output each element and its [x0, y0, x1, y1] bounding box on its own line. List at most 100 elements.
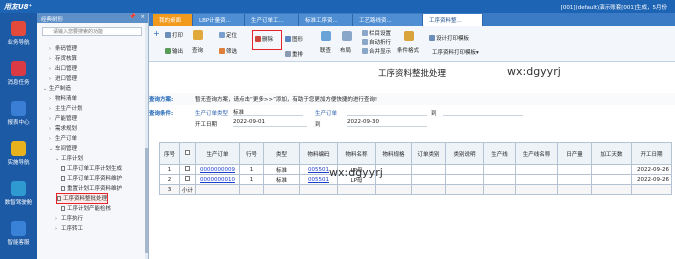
- nav-messages[interactable]: 消息任务: [0, 61, 37, 86]
- column-header[interactable]: 生产线名称: [515, 142, 558, 165]
- table-row[interactable]: 3 小计: [159, 184, 672, 195]
- tree-item[interactable]: › 产能管理: [49, 114, 77, 123]
- merge-show-button[interactable]: 合并显示: [362, 47, 391, 55]
- bind-button[interactable]: 联查: [320, 46, 331, 54]
- tree-item[interactable]: ⌄ 工序计划: [55, 154, 83, 163]
- tree-item[interactable]: › 存货核算: [49, 54, 77, 63]
- tab-desktop[interactable]: 我的桌面: [153, 14, 193, 26]
- table-cell: [591, 164, 632, 175]
- auto-fold-button[interactable]: 自动折行: [362, 38, 391, 46]
- output-button[interactable]: 输出: [165, 47, 183, 55]
- table-cell[interactable]: [299, 184, 338, 195]
- tree-item[interactable]: 工序资料整批处理: [55, 193, 109, 204]
- table-cell[interactable]: [195, 184, 240, 195]
- chart-button[interactable]: 图形: [285, 35, 303, 43]
- filter-button[interactable]: 筛选: [219, 47, 237, 55]
- tab-process-batch[interactable]: 工序资料整...: [423, 14, 483, 26]
- column-header[interactable]: 行号: [239, 142, 264, 165]
- column-header[interactable]: 开工日期: [631, 142, 672, 165]
- tree-item[interactable]: 工序订单工序计划生成: [61, 164, 122, 173]
- column-header[interactable]: 日产量: [557, 142, 592, 165]
- column-header[interactable]: 生产订单: [195, 142, 240, 165]
- table-row[interactable]: 2 0000000010 1 标准 005501 LP母 2022-09-26: [159, 174, 672, 185]
- tree-item[interactable]: › 主生产计划: [49, 104, 83, 113]
- layout-icon: [342, 31, 352, 41]
- table-cell: [515, 184, 558, 195]
- reorder-button[interactable]: 重排: [285, 50, 303, 58]
- select-all-checkbox[interactable]: [185, 150, 190, 155]
- toolbar: + 打印 输出 查询 定位 筛选 删除 图形 重排 联查 布局 栏目设置 自动折…: [149, 26, 675, 62]
- scrollbar-thumb[interactable]: [145, 148, 148, 253]
- print-button[interactable]: 打印: [165, 31, 183, 39]
- column-set-button[interactable]: 栏目设置: [362, 29, 391, 37]
- column-header[interactable]: 生产线: [483, 142, 516, 165]
- tree-item[interactable]: 工序订单工序资料维护: [61, 174, 122, 183]
- nav-implement[interactable]: 实施导航: [0, 141, 37, 166]
- tree-item[interactable]: › 条码管理: [49, 44, 77, 53]
- tree-item[interactable]: ⌄ 生产制造: [43, 84, 71, 93]
- nav-cockpit[interactable]: 数智驾驶舱: [0, 181, 37, 206]
- query-button[interactable]: 查询: [192, 46, 203, 54]
- tree-scrollbar[interactable]: [145, 23, 148, 259]
- column-header[interactable]: 加工天数: [591, 142, 632, 165]
- order-to-field[interactable]: [443, 108, 523, 116]
- tree-item[interactable]: › 进口管理: [49, 74, 77, 83]
- print-template-select[interactable]: 工序资料打印模板▾: [432, 48, 479, 56]
- table-cell[interactable]: 0000000010: [195, 174, 240, 185]
- reorder-icon: [285, 51, 291, 57]
- tree-item[interactable]: › 工序转工: [55, 224, 83, 233]
- tree-item[interactable]: › 工序执行: [55, 214, 83, 223]
- column-header[interactable]: 序号: [159, 142, 180, 165]
- tree-item[interactable]: › 生产订单: [49, 134, 77, 143]
- query-scheme-row: 查询方案: 暂无查询方案，请点击“更多>>”添加，有助于您更加方便快捷的进行查询…: [149, 93, 675, 105]
- tree-item[interactable]: › 物料清单: [49, 94, 77, 103]
- column-header[interactable]: 类别说明: [445, 142, 484, 165]
- table-cell: [375, 184, 412, 195]
- layout-button[interactable]: 布局: [340, 46, 351, 54]
- function-search-input[interactable]: [42, 27, 142, 36]
- tree-item-label: 车间管理: [55, 146, 78, 152]
- row-checkbox[interactable]: [185, 166, 190, 171]
- cond-format-button[interactable]: 条件格式: [397, 46, 419, 54]
- order-from-field[interactable]: [347, 108, 427, 116]
- order-type-field[interactable]: 标准: [233, 108, 303, 116]
- scheme-hint[interactable]: 暂无查询方案，请点击“更多>>”添加，有助于您更加方便快捷的进行查询!: [195, 95, 377, 103]
- tree-item[interactable]: 重置计划工序资料维护: [61, 184, 122, 193]
- tab-routing[interactable]: 工艺路线资...: [353, 14, 423, 26]
- pin-icon[interactable]: 📌: [129, 14, 136, 20]
- tree-item-label: 产能管理: [55, 116, 78, 122]
- tree-item[interactable]: ⌄ 车间管理: [49, 144, 77, 153]
- table-cell: 标准: [263, 164, 300, 175]
- column-header[interactable]: 物料规格: [375, 142, 412, 165]
- locate-button[interactable]: 定位: [219, 31, 237, 39]
- row-checkbox[interactable]: [185, 176, 190, 181]
- select-all-header[interactable]: [179, 142, 196, 165]
- table-row[interactable]: 1 0000000009 1 标准 005501 LP母 2022-09-26: [159, 164, 672, 175]
- nav-cockpit-label: 数智驾驶舱: [4, 200, 33, 206]
- table-cell: [591, 174, 632, 185]
- nav-service-label: 智能客服: [7, 240, 30, 246]
- tab-order-process[interactable]: 生产订单工...: [245, 14, 299, 26]
- column-header[interactable]: 类型: [263, 142, 300, 165]
- tree-item[interactable]: 工序计划产能检核: [61, 204, 111, 213]
- close-icon[interactable]: ×: [140, 14, 145, 20]
- nav-reports[interactable]: 报表中心: [0, 101, 37, 126]
- add-button[interactable]: +: [153, 29, 160, 38]
- column-header[interactable]: 订单类别: [411, 142, 446, 165]
- date-from-field[interactable]: 2022-09-01: [233, 119, 307, 127]
- nav-business[interactable]: 业务导航: [0, 21, 37, 46]
- delete-button[interactable]: 删除: [255, 35, 273, 43]
- nav-service[interactable]: 智能客服: [0, 221, 37, 246]
- tab-standard-process[interactable]: 标准工序资...: [299, 14, 353, 26]
- column-header[interactable]: 物料名称: [337, 142, 376, 165]
- tree-item[interactable]: › 需求规划: [49, 124, 77, 133]
- order-type-label: 生产订单类型: [195, 111, 229, 117]
- design-print-button[interactable]: 设计打印模板: [429, 34, 469, 42]
- tab-lbp[interactable]: LBP计量资...: [193, 14, 245, 26]
- date-to-field[interactable]: 2022-09-30: [347, 119, 427, 127]
- table-cell: 小计: [179, 184, 196, 195]
- table-cell[interactable]: 0000000009: [195, 164, 240, 175]
- column-header[interactable]: 物料编码: [299, 142, 338, 165]
- tree-item[interactable]: › 出口管理: [49, 64, 77, 73]
- merge-show-label: 合并显示: [369, 49, 392, 55]
